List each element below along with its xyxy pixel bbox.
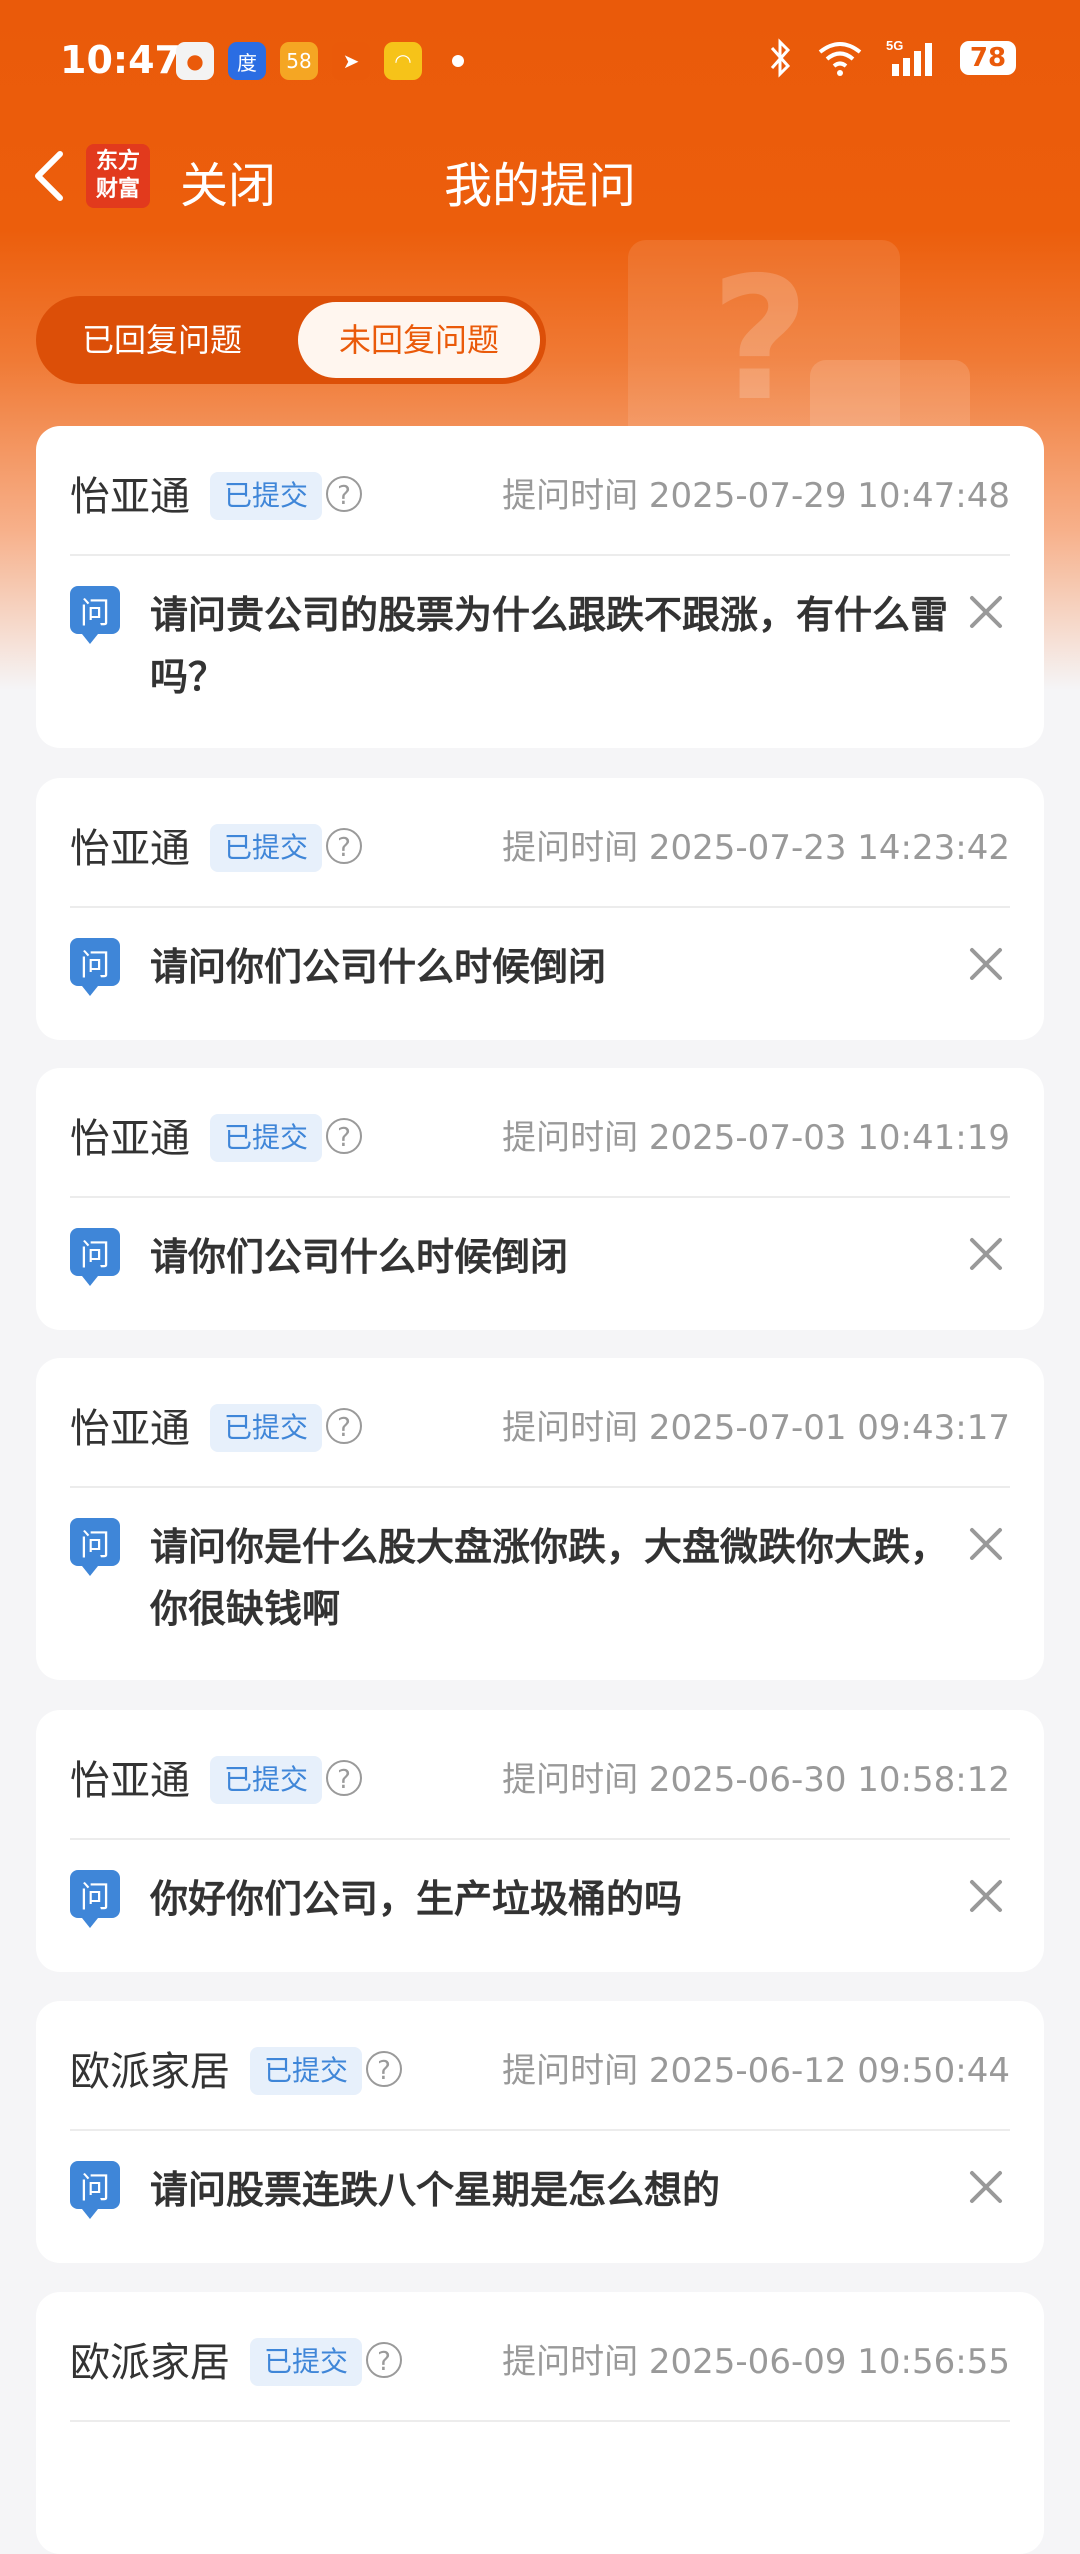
status-bar: 10:47 ● 度 58 ➤ ◠ 5G 78 bbox=[0, 0, 1080, 124]
status-badge: 已提交 bbox=[209, 1114, 322, 1162]
delete-button[interactable] bbox=[964, 942, 1008, 986]
question-card-header: 怡亚通 已提交? 提问时间 2025-07-03 10:41:19 bbox=[70, 1068, 1010, 1198]
question-timestamp: 提问时间 2025-06-09 10:56:55 bbox=[502, 2342, 1010, 2382]
wifi-icon bbox=[818, 42, 862, 76]
help-icon[interactable]: ? bbox=[365, 2342, 402, 2378]
question-text[interactable]: 请你们公司什么时候倒闭 bbox=[150, 1226, 980, 1288]
help-icon[interactable]: ? bbox=[325, 1118, 362, 1154]
question-tag-icon: 问 bbox=[70, 586, 120, 644]
help-icon[interactable]: ? bbox=[365, 2051, 402, 2087]
question-tag-icon: 问 bbox=[70, 1518, 120, 1576]
battery-indicator: 78 bbox=[960, 41, 1016, 75]
delete-button[interactable] bbox=[964, 2165, 1008, 2209]
question-mark-decoration: ? bbox=[710, 241, 810, 439]
close-button[interactable]: 关闭 bbox=[180, 146, 276, 216]
company-name[interactable]: 欧派家居 bbox=[70, 2330, 230, 2388]
question-card-header: 怡亚通 已提交? 提问时间 2025-07-23 14:23:42 bbox=[70, 778, 1010, 908]
status-badge: 已提交 bbox=[209, 1756, 322, 1804]
question-timestamp: 提问时间 2025-07-03 10:41:19 bbox=[502, 1118, 1010, 1158]
question-text[interactable]: 请问贵公司的股票为什么跟跌不跟涨，有什么雷吗？ bbox=[150, 584, 980, 708]
question-card: 怡亚通 已提交? 提问时间 2025-07-23 14:23:42 问请问你们公司什么… bbox=[36, 778, 1044, 1040]
tab-unanswered[interactable]: 未回复问题 bbox=[298, 302, 540, 378]
question-card: 怡亚通 已提交? 提问时间 2025-07-03 10:41:19 问请你们公司什么时… bbox=[36, 1068, 1044, 1330]
tab-switcher: 已回复问题 未回复问题 bbox=[36, 296, 546, 384]
question-card: 欧派家居 已提交? 提问时间 2025-06-09 10:56:55 bbox=[36, 2292, 1044, 2554]
status-right: 5G 78 bbox=[768, 38, 1016, 78]
question-card-header: 怡亚通 已提交? 提问时间 2025-07-01 09:43:17 bbox=[70, 1358, 1010, 1488]
help-icon[interactable]: ? bbox=[325, 476, 362, 512]
delete-button[interactable] bbox=[964, 590, 1008, 634]
status-time: 10:47 bbox=[60, 38, 181, 82]
question-card: 怡亚通 已提交? 提问时间 2025-07-29 10:47:48 问请问贵公司的股票… bbox=[36, 426, 1044, 748]
question-card-header: 怡亚通 已提交? 提问时间 2025-06-30 10:58:12 bbox=[70, 1710, 1010, 1840]
question-timestamp: 提问时间 2025-07-01 09:43:17 bbox=[502, 1408, 1010, 1448]
delete-button[interactable] bbox=[964, 1874, 1008, 1918]
delete-button[interactable] bbox=[964, 1232, 1008, 1276]
question-tag-icon: 问 bbox=[70, 1870, 120, 1928]
company-name[interactable]: 怡亚通 bbox=[70, 1396, 190, 1454]
question-text[interactable]: 请问你们公司什么时候倒闭 bbox=[150, 936, 980, 998]
notification-dot bbox=[452, 55, 464, 67]
notification-icons: ● 度 58 ➤ ◠ bbox=[176, 42, 464, 80]
help-icon[interactable]: ? bbox=[325, 828, 362, 864]
company-name[interactable]: 怡亚通 bbox=[70, 1106, 190, 1164]
question-tag-icon: 问 bbox=[70, 938, 120, 996]
question-text[interactable]: 请问股票连跌八个星期是怎么想的 bbox=[150, 2159, 980, 2221]
close-icon bbox=[970, 1528, 1002, 1560]
close-icon bbox=[970, 948, 1002, 980]
status-badge: 已提交 bbox=[209, 1404, 322, 1452]
tab-answered[interactable]: 已回复问题 bbox=[42, 302, 282, 378]
close-icon bbox=[970, 1238, 1002, 1270]
question-timestamp: 提问时间 2025-07-29 10:47:48 bbox=[502, 476, 1010, 516]
company-name[interactable]: 怡亚通 bbox=[70, 1748, 190, 1806]
question-card: 怡亚通 已提交? 提问时间 2025-06-30 10:58:12 问你好你们公司，生… bbox=[36, 1710, 1044, 1972]
status-badge: 已提交 bbox=[249, 2047, 362, 2095]
question-timestamp: 提问时间 2025-06-12 09:50:44 bbox=[502, 2051, 1010, 2091]
question-timestamp: 提问时间 2025-07-23 14:23:42 bbox=[502, 828, 1010, 868]
close-icon bbox=[970, 596, 1002, 628]
question-card-header: 欧派家居 已提交? 提问时间 2025-06-12 09:50:44 bbox=[70, 2001, 1010, 2131]
telegram-icon: ➤ bbox=[332, 42, 370, 80]
status-badge: 已提交 bbox=[249, 2338, 362, 2386]
nav-bar: 东方 财富 我的提问 关闭 bbox=[0, 124, 1080, 228]
status-badge: 已提交 bbox=[209, 472, 322, 520]
58-icon: 58 bbox=[280, 42, 318, 80]
company-name[interactable]: 欧派家居 bbox=[70, 2039, 230, 2097]
bluetooth-icon bbox=[770, 38, 791, 78]
company-name[interactable]: 怡亚通 bbox=[70, 816, 190, 874]
app-icon: ◠ bbox=[384, 42, 422, 80]
question-card-header: 欧派家居 已提交? 提问时间 2025-06-09 10:56:55 bbox=[70, 2292, 1010, 2422]
status-badge: 已提交 bbox=[209, 824, 322, 872]
svg-text:5G: 5G bbox=[886, 38, 903, 53]
question-tag-icon: 问 bbox=[70, 2161, 120, 2219]
help-icon[interactable]: ? bbox=[325, 1408, 362, 1444]
help-icon[interactable]: ? bbox=[325, 1760, 362, 1796]
question-tag-icon: 问 bbox=[70, 1228, 120, 1286]
page-title: 我的提问 bbox=[443, 158, 636, 214]
company-name[interactable]: 怡亚通 bbox=[70, 464, 190, 522]
baidu-icon: 度 bbox=[228, 42, 266, 80]
wechat-icon: ● bbox=[176, 42, 214, 80]
close-icon bbox=[970, 1880, 1002, 1912]
question-text[interactable]: 请问你是什么股大盘涨你跌，大盘微跌你大跌，你很缺钱啊 bbox=[150, 1516, 980, 1640]
question-timestamp: 提问时间 2025-06-30 10:58:12 bbox=[502, 1760, 1010, 1800]
close-icon bbox=[970, 2171, 1002, 2203]
question-card: 怡亚通 已提交? 提问时间 2025-07-01 09:43:17 问请问你是什么股大… bbox=[36, 1358, 1044, 1680]
delete-button[interactable] bbox=[964, 1522, 1008, 1566]
question-card-header: 怡亚通 已提交? 提问时间 2025-07-29 10:47:48 bbox=[70, 426, 1010, 556]
signal-5g-icon: 5G bbox=[886, 38, 932, 76]
question-card: 欧派家居 已提交? 提问时间 2025-06-12 09:50:44 问请问股票连跌八… bbox=[36, 2001, 1044, 2263]
question-text[interactable]: 你好你们公司，生产垃圾桶的吗 bbox=[150, 1868, 980, 1930]
